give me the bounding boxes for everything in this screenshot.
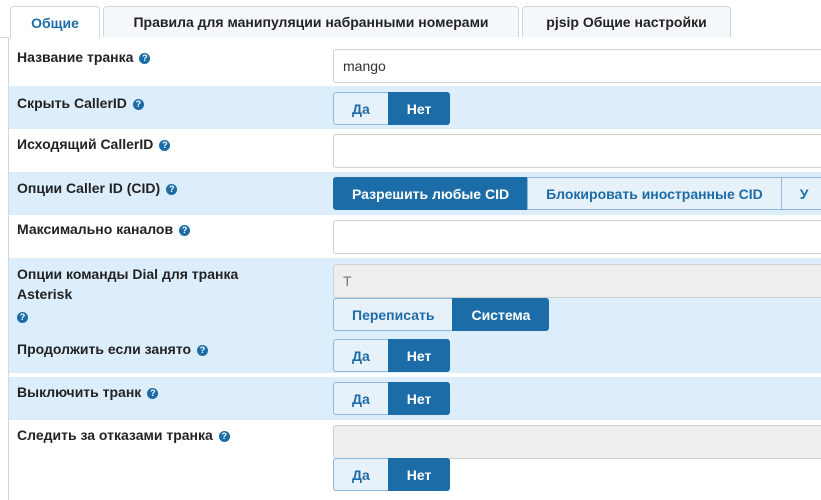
- tab-general[interactable]: Общие: [10, 6, 100, 39]
- help-icon[interactable]: ?: [159, 140, 171, 151]
- row-monitor-failures: Следить за отказами транка? Да Нет: [9, 420, 821, 500]
- row-trunk-name: Название транка? mango: [9, 37, 821, 86]
- help-icon[interactable]: ?: [197, 345, 209, 356]
- tab-pjsip-settings[interactable]: pjsip Общие настройки: [522, 6, 731, 37]
- disable-trunk-yes-button[interactable]: Да: [333, 382, 389, 415]
- hide-callerid-label: Скрыть CallerID?: [17, 93, 144, 113]
- cid-allow-any-button[interactable]: Разрешить любые CID: [333, 177, 529, 210]
- hide-callerid-yes-button[interactable]: Да: [333, 92, 389, 125]
- outbound-callerid-label: Исходящий CallerID?: [17, 134, 171, 154]
- help-icon[interactable]: ?: [147, 388, 159, 399]
- max-channels-input[interactable]: [333, 220, 821, 254]
- hide-callerid-toggle: Да Нет: [333, 92, 451, 125]
- settings-panel: Название транка? mango Скрыть CallerID? …: [8, 37, 821, 500]
- dial-options-label-line1: Опции команды Dial для транка: [17, 266, 239, 282]
- monitor-failures-label-text: Следить за отказами транка: [17, 427, 213, 443]
- cid-options-label-text: Опции Caller ID (CID): [17, 180, 161, 196]
- cid-block-foreign-button[interactable]: Блокировать иностранные CID: [527, 177, 782, 210]
- dial-options-label-line2: Asterisk: [17, 286, 73, 302]
- row-disable-trunk: Выключить транк? Да Нет: [9, 377, 821, 420]
- monitor-failures-no-button[interactable]: Нет: [387, 458, 451, 491]
- hide-callerid-no-button[interactable]: Нет: [387, 92, 451, 125]
- disable-trunk-no-button[interactable]: Нет: [387, 382, 451, 415]
- trunk-name-input[interactable]: mango: [333, 49, 821, 83]
- dial-system-button[interactable]: Система: [452, 298, 550, 331]
- dial-options-input[interactable]: T: [333, 264, 821, 298]
- row-hide-callerid: Скрыть CallerID? Да Нет: [9, 86, 821, 129]
- outbound-callerid-label-text: Исходящий CallerID: [17, 136, 154, 152]
- row-outbound-callerid: Исходящий CallerID?: [9, 129, 821, 172]
- row-continue-if-busy: Продолжить если занято? Да Нет: [9, 334, 821, 377]
- hide-callerid-label-text: Скрыть CallerID: [17, 95, 127, 111]
- max-channels-label-text: Максимально каналов: [17, 221, 174, 237]
- help-icon[interactable]: ?: [179, 225, 191, 236]
- disable-trunk-label-text: Выключить транк: [17, 384, 142, 400]
- cid-option-3-button[interactable]: У: [780, 177, 821, 210]
- monitor-failures-input[interactable]: [333, 425, 821, 459]
- monitor-failures-label: Следить за отказами транка?: [17, 425, 230, 445]
- disable-trunk-label: Выключить транк?: [17, 382, 159, 402]
- continue-if-busy-label-text: Продолжить если занято: [17, 341, 192, 357]
- row-max-channels: Максимально каналов?: [9, 215, 821, 258]
- continue-if-busy-no-button[interactable]: Нет: [387, 339, 451, 372]
- help-icon[interactable]: ?: [17, 312, 28, 323]
- row-cid-options: Опции Caller ID (CID)? Разрешить любые C…: [9, 172, 821, 215]
- tab-bar: Общие Правила для манипуляции набранными…: [0, 0, 821, 39]
- dial-options-label: Опции команды Dial для транка Asterisk ?: [17, 264, 238, 326]
- help-icon[interactable]: ?: [132, 99, 144, 110]
- continue-if-busy-yes-button[interactable]: Да: [333, 339, 389, 372]
- max-channels-label: Максимально каналов?: [17, 219, 191, 239]
- help-icon[interactable]: ?: [139, 53, 151, 64]
- continue-if-busy-label: Продолжить если занято?: [17, 339, 209, 359]
- monitor-failures-yes-button[interactable]: Да: [333, 458, 389, 491]
- trunk-name-label-text: Название транка: [17, 49, 134, 65]
- dial-options-toggle: Переписать Система: [333, 298, 550, 331]
- dial-override-button[interactable]: Переписать: [333, 298, 454, 331]
- continue-if-busy-toggle: Да Нет: [333, 339, 451, 372]
- monitor-failures-toggle: Да Нет: [333, 458, 451, 491]
- disable-trunk-toggle: Да Нет: [333, 382, 451, 415]
- cid-options-group: Разрешить любые CID Блокировать иностран…: [333, 177, 821, 210]
- cid-options-label: Опции Caller ID (CID)?: [17, 178, 178, 198]
- outbound-callerid-input[interactable]: [333, 134, 821, 168]
- help-icon[interactable]: ?: [218, 431, 230, 442]
- help-icon[interactable]: ?: [166, 184, 178, 195]
- trunk-name-label: Название транка?: [17, 47, 151, 67]
- tab-dial-rules[interactable]: Правила для манипуляции набранными номер…: [103, 6, 519, 37]
